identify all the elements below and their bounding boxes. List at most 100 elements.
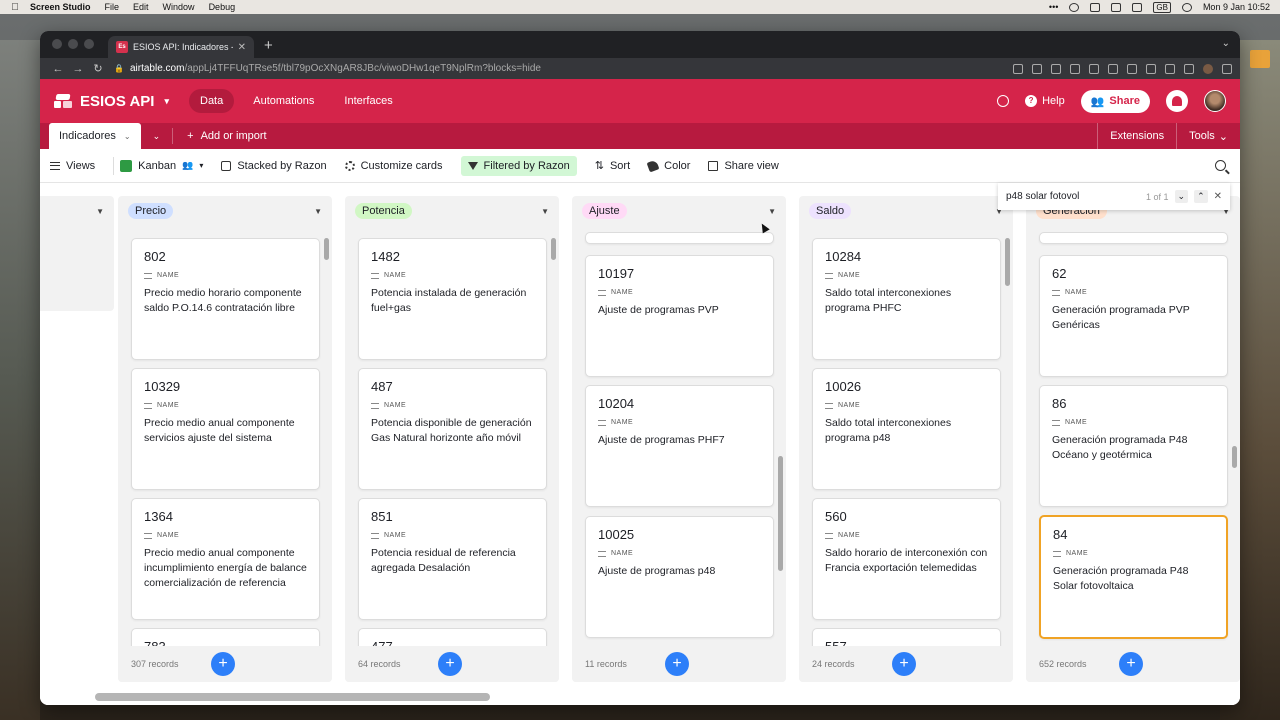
siri-icon[interactable] xyxy=(1181,2,1192,12)
share-page-icon[interactable] xyxy=(1032,63,1042,74)
history-icon[interactable] xyxy=(997,95,1010,107)
record-card[interactable] xyxy=(585,232,774,244)
add-record-button[interactable]: + xyxy=(211,652,235,676)
mute-icon[interactable] xyxy=(1111,2,1122,12)
menu-file[interactable]: File xyxy=(105,2,120,12)
reader-icon[interactable] xyxy=(1108,63,1118,74)
search-icon[interactable] xyxy=(1215,160,1226,171)
nav-interfaces[interactable]: Interfaces xyxy=(333,89,403,113)
extensions-button[interactable]: Extensions xyxy=(1097,123,1176,149)
settings-icon[interactable] xyxy=(1069,2,1080,12)
column-scrollbar[interactable] xyxy=(324,238,329,260)
share-view-button[interactable]: Share view xyxy=(708,160,779,172)
forward-icon[interactable]: → xyxy=(68,63,88,75)
record-card[interactable]: 10025 NAME Ajuste de programas p48 xyxy=(585,516,774,638)
tab-search-chevron-icon[interactable]: ⌄ xyxy=(1222,38,1230,49)
record-card[interactable]: 851 NAME Potencia residual de referencia a… xyxy=(358,498,547,620)
evernote-icon[interactable] xyxy=(1146,63,1156,74)
record-card[interactable]: 487 NAME Potencia disponible de generación… xyxy=(358,368,547,490)
record-card-highlighted[interactable]: 84 NAME Generación programada P48 Solar fo… xyxy=(1039,515,1228,639)
sidepanel-icon[interactable] xyxy=(1184,63,1194,74)
add-record-button[interactable]: + xyxy=(1119,652,1143,676)
extension-icon[interactable] xyxy=(1089,63,1099,74)
minimize-window-icon[interactable] xyxy=(68,39,78,49)
column-title[interactable]: Ajuste xyxy=(582,203,627,219)
nav-automations[interactable]: Automations xyxy=(242,89,325,113)
menu-edit[interactable]: Edit xyxy=(133,2,149,12)
column-menu-icon[interactable]: ▼ xyxy=(768,207,776,216)
column-title[interactable]: Saldo xyxy=(809,203,852,219)
record-card[interactable]: 10284 NAME Saldo total interconexiones pro… xyxy=(812,238,1001,360)
lock-icon[interactable]: 🔒 xyxy=(114,64,124,73)
customize-cards-button[interactable]: Customize cards xyxy=(344,160,443,172)
record-card[interactable]: 802 NAME Precio medio horario componente s… xyxy=(131,238,320,360)
user-avatar[interactable] xyxy=(1204,90,1226,112)
all-tables-chevron-icon[interactable]: ⌄ xyxy=(141,128,174,144)
menu-debug[interactable]: Debug xyxy=(209,2,236,12)
column-scrollbar[interactable] xyxy=(778,456,783,571)
sort-button[interactable]: ⇅ Sort xyxy=(595,159,630,173)
column-menu-icon[interactable]: ▼ xyxy=(96,207,104,216)
column-title[interactable]: Potencia xyxy=(355,203,412,219)
record-card[interactable]: 10329 NAME Precio medio anual componente s… xyxy=(131,368,320,490)
column-scrollbar[interactable] xyxy=(1232,446,1237,468)
browser-menu-icon[interactable] xyxy=(1222,63,1232,74)
column-menu-icon[interactable]: ▼ xyxy=(314,207,322,216)
find-close-icon[interactable]: ✕ xyxy=(1214,191,1222,202)
keyboard-layout[interactable]: GB xyxy=(1153,1,1171,13)
chevron-down-icon[interactable]: ⌄ xyxy=(124,132,131,141)
new-tab-icon[interactable]: + xyxy=(264,37,273,54)
find-input[interactable]: p48 solar fotovol xyxy=(1006,191,1140,202)
apple-icon[interactable]:  xyxy=(0,2,30,13)
record-card[interactable]: 1364 NAME Precio medio anual componente in… xyxy=(131,498,320,620)
nav-data[interactable]: Data xyxy=(189,89,235,113)
menu-app-name[interactable]: Screen Studio xyxy=(30,2,91,12)
stacked-by-button[interactable]: Stacked by Razon xyxy=(221,160,327,172)
views-button[interactable]: Views xyxy=(50,160,95,172)
menu-window[interactable]: Window xyxy=(163,2,195,12)
share-button[interactable]: 👥 Share xyxy=(1080,89,1150,113)
record-card[interactable]: 86 NAME Generación programada P48 Océano y… xyxy=(1039,385,1228,507)
cloud-icon[interactable] xyxy=(1070,63,1080,74)
color-button[interactable]: Color xyxy=(646,159,690,172)
zoom-window-icon[interactable] xyxy=(84,39,94,49)
view-switcher[interactable]: Kanban 👥 ▾ xyxy=(113,156,203,175)
column-title[interactable]: Precio xyxy=(128,203,174,219)
add-record-button[interactable]: + xyxy=(438,652,462,676)
profile-avatar[interactable] xyxy=(1203,63,1213,74)
zoom-icon[interactable] xyxy=(1013,63,1023,74)
close-tab-icon[interactable]: ✕ xyxy=(238,42,246,53)
back-icon[interactable]: ← xyxy=(48,63,68,75)
record-card[interactable]: 10197 NAME Ajuste de programas PVP xyxy=(585,255,774,377)
add-or-import-button[interactable]: + Add or import xyxy=(173,130,280,142)
record-card[interactable]: 10204 NAME Ajuste de programas PHF7 xyxy=(585,385,774,507)
find-prev-icon[interactable]: ⌃ xyxy=(1194,190,1208,203)
puzzle-icon[interactable] xyxy=(1165,63,1175,74)
help-button[interactable]: ? Help xyxy=(1025,95,1065,107)
record-card[interactable]: 560 NAME Saldo horario de interconexión co… xyxy=(812,498,1001,620)
record-card[interactable]: 1482 NAME Potencia instalada de generación… xyxy=(358,238,547,360)
browser-tab[interactable]: Es ESIOS API: Indicadores - Airtab ✕ xyxy=(108,36,254,58)
wifi-icon[interactable] xyxy=(1132,2,1143,12)
column-menu-icon[interactable]: ▼ xyxy=(541,207,549,216)
grammarly-icon[interactable] xyxy=(1127,63,1137,74)
find-next-icon[interactable]: ⌄ xyxy=(1174,190,1189,203)
url-field[interactable]: 🔒 airtable.com/appLj4TFFUqTRse5f/tbl79pO… xyxy=(114,63,1013,74)
filter-button[interactable]: Filtered by Razon xyxy=(460,155,577,176)
horizontal-scrollbar[interactable] xyxy=(95,693,490,701)
tools-button[interactable]: Tools ⌄ xyxy=(1176,123,1240,149)
desktop-folder-icon[interactable] xyxy=(1250,50,1270,68)
record-card[interactable]: 62 NAME Generación programada PVP Genérica… xyxy=(1039,255,1228,377)
menubar-clock[interactable]: Mon 9 Jan 10:52 xyxy=(1203,2,1270,12)
close-window-icon[interactable] xyxy=(52,39,62,49)
column-scrollbar[interactable] xyxy=(1005,238,1010,286)
record-card[interactable] xyxy=(1039,232,1228,244)
reload-icon[interactable]: ↻ xyxy=(88,62,108,75)
base-switcher[interactable]: ESIOS API ▾ xyxy=(54,93,169,110)
screen-icon[interactable] xyxy=(1090,2,1101,12)
bookmark-star-icon[interactable] xyxy=(1051,63,1061,74)
notifications-bell-icon[interactable] xyxy=(1166,90,1188,112)
table-tab-indicadores[interactable]: Indicadores ⌄ xyxy=(49,123,141,149)
add-record-button[interactable]: + xyxy=(892,652,916,676)
more-icon[interactable]: ••• xyxy=(1049,2,1058,12)
